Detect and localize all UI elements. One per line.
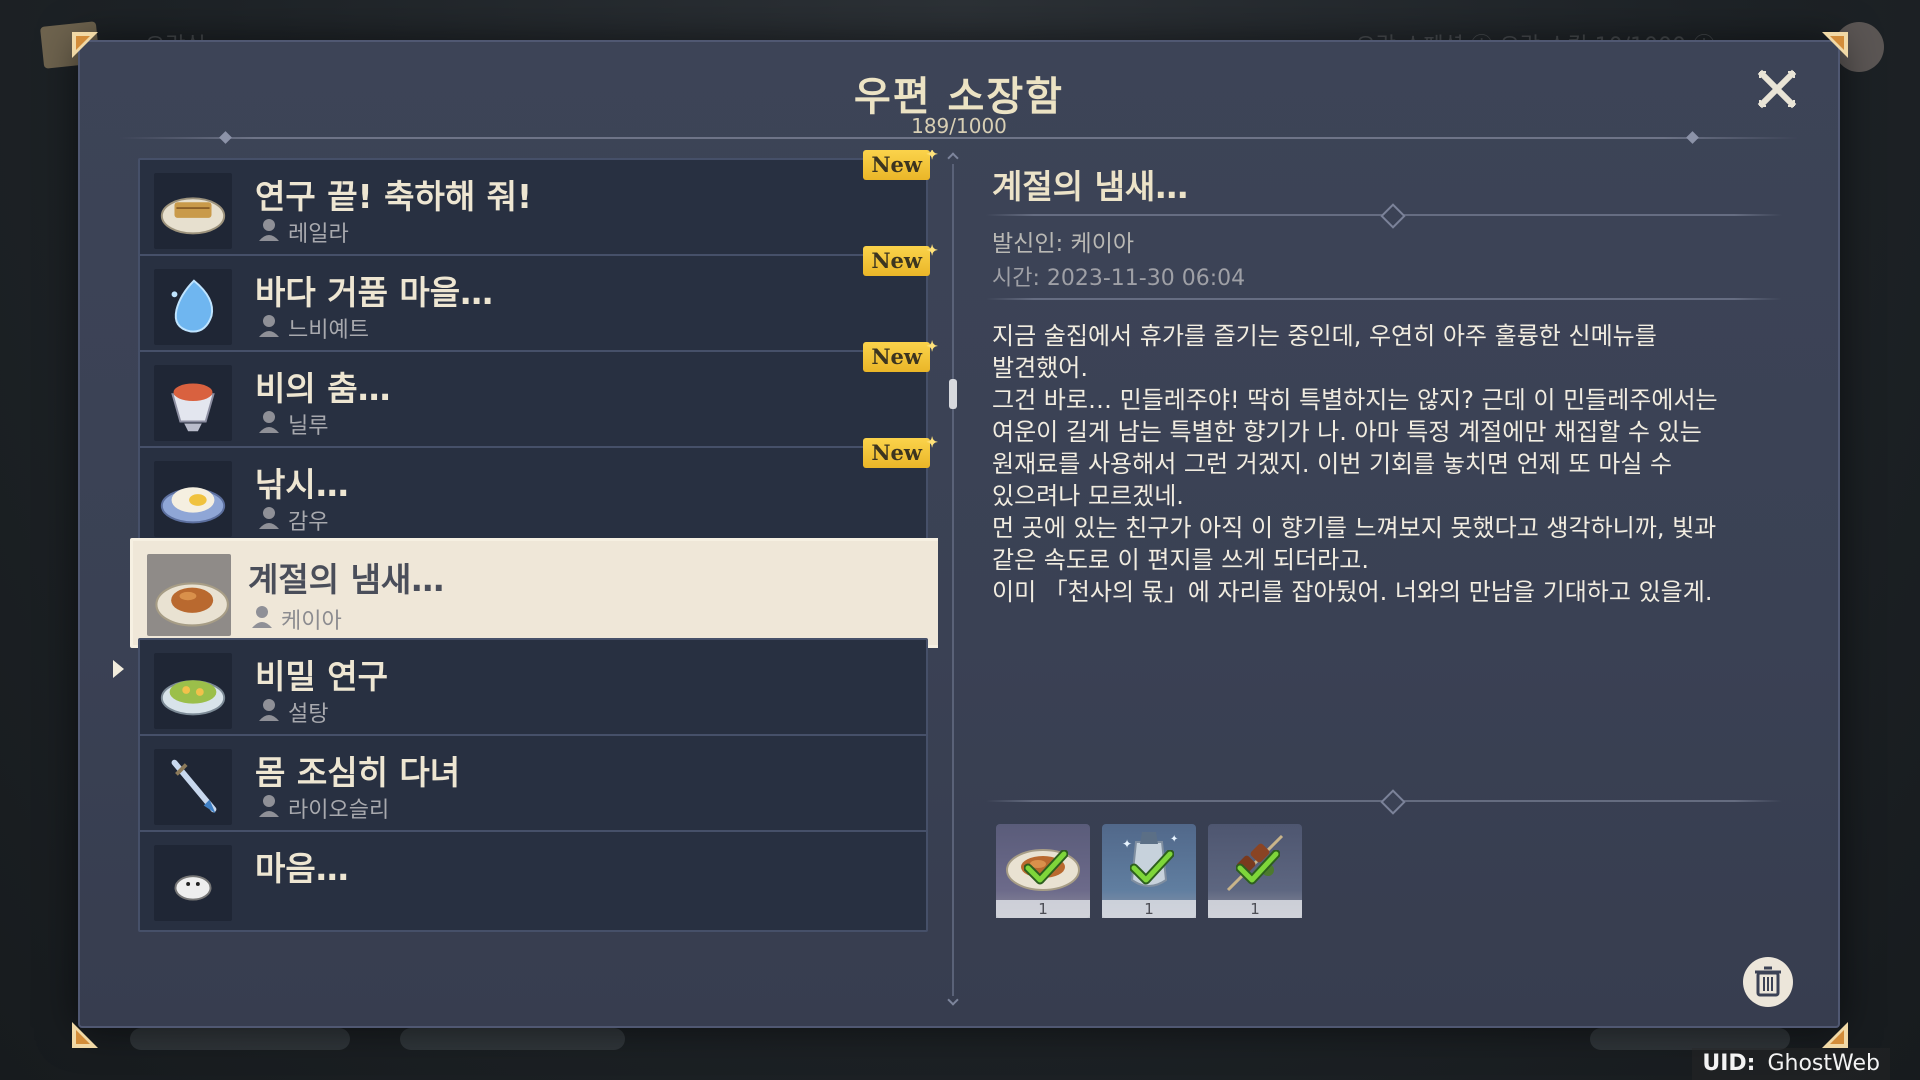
header-divider [120,137,1798,139]
mail-sender: 닐루 [288,414,329,439]
attachment-quantity: 1 [1102,900,1196,918]
background-hud-pill [1590,1028,1790,1050]
new-badge: New [863,236,938,276]
mail-thumbnail [154,269,232,345]
dagger-icon [171,759,217,814]
new-badge: New [863,150,938,180]
mail-list-item[interactable]: 비밀 연구설탕 [138,638,928,740]
mail-thumbnail [154,749,232,825]
mail-sender: 느비예트 [288,318,369,343]
person-icon [251,605,273,629]
scroll-down-icon[interactable] [947,994,959,1006]
delete-mail-button[interactable] [1743,957,1793,1007]
mail-thumbnail [154,173,232,249]
mail-thumbnail [154,845,232,921]
salad-bowl-icon [160,680,226,716]
mail-list[interactable]: 연구 끝! 축하해 줘! 레일라 New 바다 거품 마을… 느비예트 New 비의 춤… 닐… [128,150,938,1010]
corner-ornament-icon [1820,30,1850,60]
dessert-cup-icon [171,383,215,432]
svg-text:✦: ✦ [1170,834,1178,845]
selected-indicator-icon [113,660,124,678]
scrollbar-thumb[interactable] [949,379,957,409]
mail-list-item[interactable]: 마음… [138,830,928,932]
attachment-item[interactable]: 1 [996,824,1090,918]
mail-title: 몸 조심히 다녀 [255,753,461,792]
corner-ornament-icon [1820,1020,1850,1050]
roast-dish-icon [155,582,229,627]
mail-title: 바다 거품 마을… [255,273,494,312]
person-icon [258,794,280,818]
mail-title: 계절의 냄새… [248,560,445,599]
close-button[interactable] [1756,68,1798,110]
mail-title: 낚시… [255,465,349,504]
mail-title: 비밀 연구 [255,657,388,696]
water-drop-icon [171,279,214,333]
mail-detail-body: 지금 술집에서 휴가를 즐기는 중인데, 우연히 아주 훌륭한 신메뉴를 발견했… [992,322,1718,606]
corner-ornament-icon [70,1020,100,1050]
person-icon [258,218,280,242]
claimed-check-icon [1024,850,1068,886]
mail-sender: 케이아 [281,609,342,634]
mail-detail-time: 시간: 2023-11-30 06:04 [992,266,1246,291]
mailbox-window: 우편 소장함 189/1000 연구 끝! 축하해 줘!레일라New바다 거품 … [78,40,1840,1028]
mail-sender: 레일라 [288,222,349,247]
attachments-divider [986,800,1782,802]
mail-list-item[interactable]: 바다 거품 마을… 느비예트 New [138,236,938,356]
mail-list-item[interactable]: 몸 조심히 다녀라이오슬리 [138,734,928,836]
claimed-check-icon [1236,850,1280,886]
crab-icon [174,875,212,901]
mail-title: 마음… [255,849,349,888]
uid-label: UID: [1702,1051,1756,1076]
person-icon [258,410,280,434]
trash-icon [1755,966,1781,997]
svg-text:✦: ✦ [1122,837,1132,851]
food-dish-icon [160,197,226,235]
attachment-quantity: 1 [1208,900,1302,918]
uid-value: GhostWeb [1767,1051,1880,1076]
mail-detail-sender: 발신인: 케이아 [992,231,1135,257]
mail-thumbnail [154,653,232,729]
background-hud-pill [130,1028,350,1050]
mail-count: 189/1000 [911,114,1007,138]
rice-dish-icon [160,487,226,524]
new-badge: New [863,332,938,372]
background-hud-pill [400,1028,625,1050]
claimed-check-icon [1130,850,1174,886]
attachment-item[interactable]: 1 [1208,824,1302,918]
uid-display: UID: GhostWeb [1692,1048,1890,1080]
game-screen: 오락실 오락 스페셜 ⓘ 오락 스킬 10/1000 ⓘ 우편 소장함 189/… [0,0,1920,1080]
mail-sender: 라이오슬리 [288,798,390,823]
mail-list-scrollbar[interactable] [946,152,960,1006]
detail-divider [986,298,1782,300]
mail-list-item[interactable]: 계절의 냄새… 케이아 [130,538,938,648]
detail-divider [986,214,1782,216]
attachment-quantity: 1 [996,900,1090,918]
attachment-item[interactable]: ✦ ✦ 1 [1102,824,1196,918]
mail-list-item[interactable]: 연구 끝! 축하해 줘! 레일라 New [138,150,938,260]
mail-title: 비의 춤… [255,369,391,408]
mail-thumbnail [154,365,232,441]
close-icon [1757,69,1797,109]
mail-list-item[interactable]: 비의 춤… 닐루 New [138,332,938,452]
mail-sender: 설탕 [288,702,329,727]
corner-ornament-icon [70,30,100,60]
mail-sender: 감우 [288,510,329,535]
person-icon [258,314,280,338]
person-icon [258,506,280,530]
new-badge: New [863,428,938,468]
mail-title: 연구 끝! 축하해 줘! [255,177,533,216]
scroll-up-icon[interactable] [947,152,959,164]
scrollbar-track[interactable] [952,164,954,996]
person-icon [258,698,280,722]
mail-thumbnail [154,461,232,537]
mail-detail-title: 계절의 냄새… [992,167,1189,206]
mail-thumbnail [147,554,231,636]
mail-list-item[interactable]: 낚시… 감우 New [138,428,938,548]
